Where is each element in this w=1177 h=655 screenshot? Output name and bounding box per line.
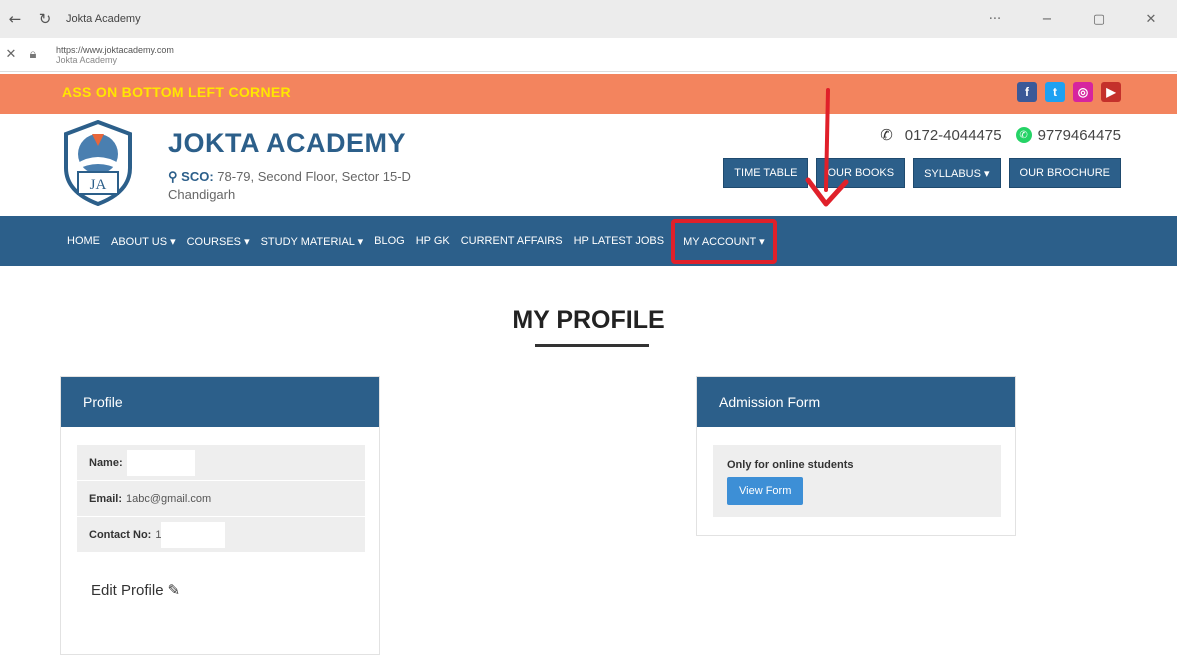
back-arrow-icon[interactable]: ←: [0, 4, 30, 34]
address-line1: ⚲ SCO: 78-79, Second Floor, Sector 15-D: [168, 169, 411, 185]
address-bar: ✕ 🔒︎ https://www.joktacademy.com Jokta A…: [0, 38, 1177, 72]
more-icon[interactable]: ···: [969, 12, 1021, 27]
jokta-logo[interactable]: JA: [62, 120, 134, 206]
edit-profile-label: Edit Profile: [91, 582, 164, 599]
phone-number-1[interactable]: 0172-4044475: [905, 127, 1002, 144]
profile-contact-row: Contact No: 1: [77, 517, 365, 553]
tab-title[interactable]: Jokta Academy: [66, 13, 141, 25]
address-label: SCO:: [181, 169, 214, 184]
map-pin-icon: ⚲: [168, 169, 178, 184]
address-line2: Chandigarh: [168, 187, 236, 202]
browser-titlebar: ← ↻ Jokta Academy ··· − ▢ ✕: [0, 0, 1177, 38]
marquee-text[interactable]: ASS ON BOTTOM LEFT CORNER: [62, 84, 291, 100]
twitter-icon[interactable]: t: [1045, 82, 1065, 102]
edit-icon: ✎: [167, 581, 181, 599]
nav-my-account[interactable]: MY ACCOUNT ▾: [671, 218, 777, 264]
page-title: MY PROFILE: [512, 306, 665, 334]
email-value: 1abc@gmail.com: [126, 492, 212, 505]
nav-courses[interactable]: COURSES ▾: [187, 235, 250, 248]
contact-label: Contact No:: [89, 528, 152, 541]
time-table-button[interactable]: TIME TABLE: [723, 158, 809, 188]
syllabus-button[interactable]: SYLLABUS ▾: [913, 158, 1001, 188]
logo-letters: JA: [90, 177, 107, 193]
phone-number-2[interactable]: 9779464475: [1038, 127, 1121, 144]
view-form-button[interactable]: View Form: [727, 477, 804, 505]
facebook-icon[interactable]: f: [1017, 82, 1037, 102]
url-display[interactable]: https://www.joktacademy.com Jokta Academ…: [56, 45, 174, 65]
name-value-redacted: [126, 449, 195, 476]
whatsapp-icon: ✆: [1015, 127, 1032, 143]
admission-note: Only for online students: [727, 459, 854, 471]
email-label: Email:: [89, 492, 123, 505]
contact-value-redacted: [161, 521, 226, 548]
site-name: Jokta Academy: [56, 54, 118, 65]
maximize-icon[interactable]: ▢: [1073, 12, 1125, 27]
site-header: JA JOKTA ACADEMY ⚲ SCO: 78-79, Second Fl…: [0, 114, 1177, 216]
nav-blog[interactable]: BLOG: [374, 235, 405, 247]
profile-name-row: Name:: [77, 445, 365, 481]
our-brochure-button[interactable]: OUR BROCHURE: [1008, 158, 1121, 188]
admission-details: Only for online students View Form: [713, 445, 1001, 517]
our-books-button[interactable]: OUR BOOKS: [816, 158, 906, 188]
brand-name[interactable]: JOKTA ACADEMY: [168, 128, 406, 159]
main-nav: HOME ABOUT US ▾ COURSES ▾ STUDY MATERIAL…: [0, 216, 1177, 266]
header-buttons: TIME TABLE OUR BOOKS SYLLABUS ▾ OUR BROC…: [723, 158, 1121, 188]
top-marquee-bar: ASS ON BOTTOM LEFT CORNER f t ◎ ▶: [0, 74, 1177, 114]
admission-card-heading: Admission Form: [697, 377, 1015, 427]
nav-current-affairs[interactable]: CURRENT AFFAIRS: [461, 235, 563, 247]
minimize-icon[interactable]: −: [1021, 12, 1073, 27]
address-text: 78-79, Second Floor, Sector 15-D: [217, 169, 411, 184]
youtube-icon[interactable]: ▶: [1101, 82, 1121, 102]
name-label: Name:: [89, 456, 123, 469]
social-links: f t ◎ ▶: [1017, 82, 1121, 102]
instagram-icon[interactable]: ◎: [1073, 82, 1093, 102]
title-underline: [535, 344, 649, 347]
contact-phones: ✆ 0172-4044475 ✆ 9779464475: [880, 126, 1121, 144]
nav-study-material[interactable]: STUDY MATERIAL ▾: [261, 235, 364, 248]
window-controls: ··· − ▢ ✕: [969, 0, 1177, 38]
profile-card-heading: Profile: [61, 377, 379, 427]
close-window-icon[interactable]: ✕: [1125, 12, 1177, 27]
profile-card: Profile Name: Email: 1abc@gmail.com Cont…: [60, 376, 380, 655]
nav-about-us[interactable]: ABOUT US ▾: [111, 235, 176, 248]
profile-details: Name: Email: 1abc@gmail.com Contact No: …: [77, 445, 365, 553]
lock-icon[interactable]: 🔒︎: [22, 47, 44, 62]
admission-card: Admission Form Only for online students …: [696, 376, 1016, 536]
nav-hp-latest-jobs[interactable]: HP LATEST JOBS: [574, 235, 664, 247]
edit-profile-link[interactable]: Edit Profile ✎: [91, 581, 180, 599]
nav-hp-gk[interactable]: HP GK: [416, 235, 450, 247]
url-text: https://www.joktacademy.com: [56, 44, 174, 55]
refresh-icon[interactable]: ↻: [30, 4, 60, 34]
profile-email-row: Email: 1abc@gmail.com: [77, 481, 365, 517]
nav-home[interactable]: HOME: [67, 235, 100, 247]
phone-icon: ✆: [880, 126, 893, 144]
close-icon[interactable]: ✕: [0, 47, 22, 62]
